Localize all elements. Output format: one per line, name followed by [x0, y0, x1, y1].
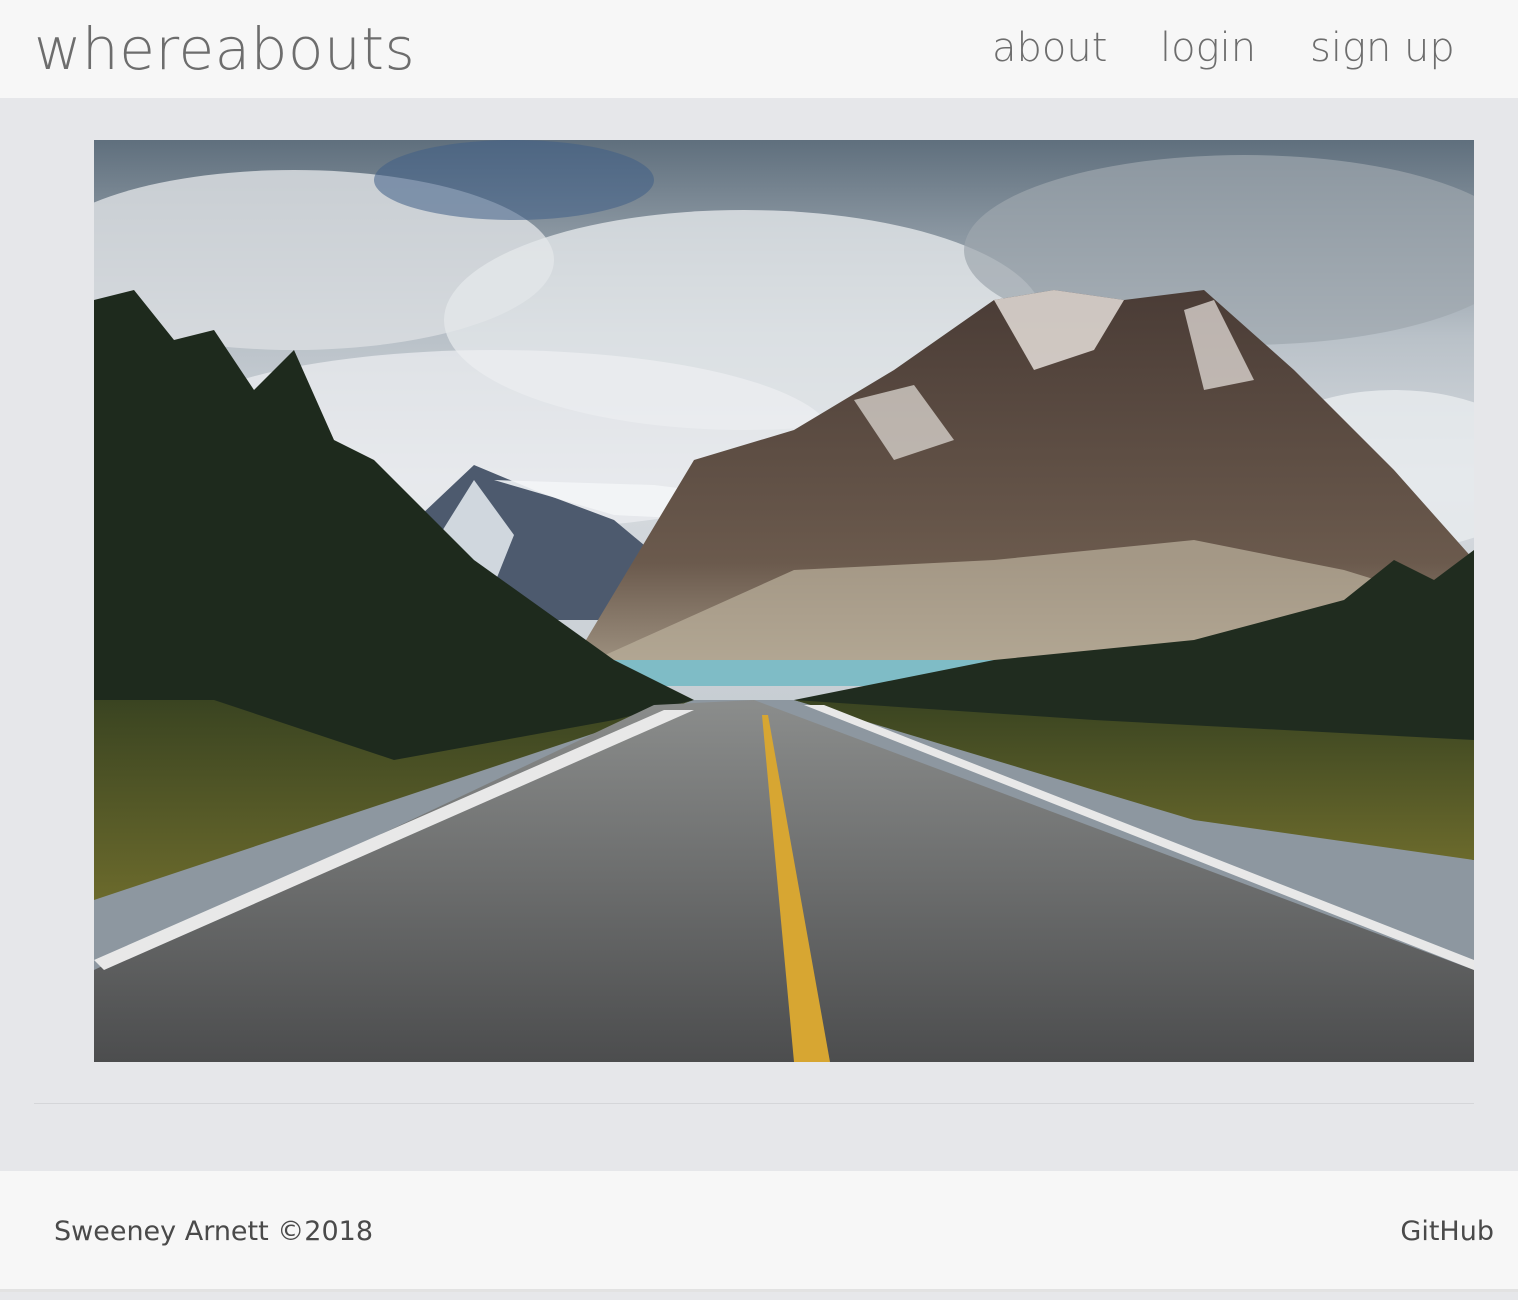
hero-landscape-illustration: [94, 140, 1474, 1062]
brand-logo-link[interactable]: whereabouts: [34, 14, 415, 84]
nav-signup-link[interactable]: sign up: [1310, 24, 1455, 72]
content-divider: [34, 1103, 1474, 1104]
footer-github-link[interactable]: GitHub: [1400, 1215, 1494, 1249]
footer: Sweeney Arnett ©2018 GitHub: [0, 1171, 1518, 1292]
nav-about-link[interactable]: about: [992, 24, 1107, 72]
footer-copyright: Sweeney Arnett ©2018: [54, 1216, 374, 1247]
main-content: [0, 98, 1518, 1171]
navbar: whereabouts about login sign up: [0, 0, 1518, 98]
hero-image: [94, 140, 1474, 1062]
nav-login-link[interactable]: login: [1160, 24, 1256, 72]
